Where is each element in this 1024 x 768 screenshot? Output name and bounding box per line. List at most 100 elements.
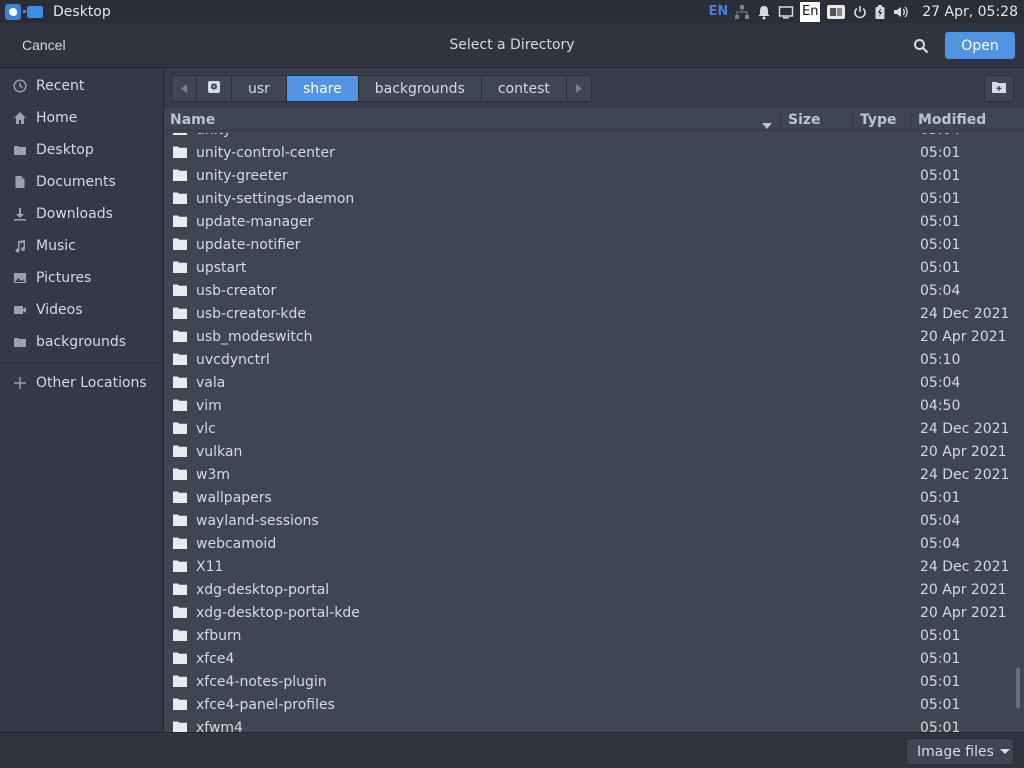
column-header-type[interactable]: Type (860, 112, 897, 128)
sidebar-item-downloads[interactable]: Downloads (0, 198, 163, 230)
file-row[interactable]: webcamoid 05:04 (164, 533, 1014, 556)
file-modified: 24 Dec 2021 (920, 467, 1010, 483)
file-modified: 24 Dec 2021 (920, 421, 1010, 437)
sidebar-item-home[interactable]: Home (0, 102, 163, 134)
file-row[interactable]: vim 04:50 (164, 395, 1014, 418)
file-row[interactable]: wayland-sessions 05:04 (164, 510, 1014, 533)
sort-descending-icon[interactable] (762, 117, 772, 133)
sidebar-item-label: Downloads (36, 206, 113, 222)
file-modified: 05:01 (920, 214, 961, 230)
file-row[interactable]: unity-settings-daemon 05:01 (164, 188, 1014, 211)
file-row[interactable]: xdg-desktop-portal-kde 20 Apr 2021 (164, 602, 1014, 625)
file-name: wayland-sessions (196, 513, 319, 529)
file-row[interactable]: usb-creator-kde 24 Dec 2021 (164, 303, 1014, 326)
file-filter-dropdown[interactable]: Image files (906, 738, 1014, 765)
sidebar-item-music[interactable]: Music (0, 230, 163, 262)
location-bar: usr share backgrounds contest (164, 68, 1024, 108)
column-divider (780, 111, 781, 128)
file-modified: 20 Apr 2021 (920, 582, 1007, 598)
folder-icon (173, 698, 187, 710)
xfce-menu-icon[interactable] (5, 3, 21, 20)
search-icon[interactable] (906, 31, 936, 61)
display-icon[interactable] (778, 0, 794, 23)
folder-icon (173, 537, 187, 549)
file-modified: 05:01 (920, 490, 961, 506)
file-row[interactable]: xfce4-notes-plugin 05:01 (164, 671, 1014, 694)
column-header-modified[interactable]: Modified (918, 112, 986, 128)
new-folder-button[interactable] (984, 75, 1014, 102)
path-segment-backgrounds[interactable]: backgrounds (359, 76, 482, 101)
home-icon (12, 110, 28, 126)
file-row[interactable]: update-manager 05:01 (164, 211, 1014, 234)
file-modified: 05:01 (920, 237, 961, 253)
path-scroll-left-button[interactable] (172, 76, 197, 101)
volume-icon[interactable] (892, 0, 910, 23)
file-name: xdg-desktop-portal (196, 582, 330, 598)
file-row[interactable]: vulkan 20 Apr 2021 (164, 441, 1014, 464)
clipboard-manager-icon[interactable] (826, 0, 846, 23)
notification-bell-icon[interactable] (756, 0, 772, 23)
sidebar-item-videos[interactable]: Videos (0, 294, 163, 326)
clock[interactable]: 27 Apr, 05:28 (922, 4, 1018, 20)
file-row[interactable]: usb_modeswitch 20 Apr 2021 (164, 326, 1014, 349)
folder-icon (173, 652, 187, 664)
sidebar-item-pictures[interactable]: Pictures (0, 262, 163, 294)
file-name: wallpapers (196, 490, 272, 506)
file-modified: 04:50 (920, 398, 961, 414)
sidebar-item-documents[interactable]: Documents (0, 166, 163, 198)
file-name: update-manager (196, 214, 314, 230)
file-row[interactable]: wallpapers 05:01 (164, 487, 1014, 510)
path-segment-usr[interactable]: usr (232, 76, 287, 101)
file-row[interactable]: xdg-desktop-portal 20 Apr 2021 (164, 579, 1014, 602)
file-row[interactable]: xfburn 05:01 (164, 625, 1014, 648)
path-segment-share[interactable]: share (286, 76, 359, 101)
file-row[interactable]: uvcdynctrl 05:10 (164, 349, 1014, 372)
sidebar-item-recent[interactable]: Recent (0, 70, 163, 102)
file-modified: 05:04 (920, 133, 960, 138)
path-root-button[interactable] (197, 76, 232, 101)
file-row[interactable]: xfwm4 05:01 (164, 717, 1014, 732)
file-row[interactable]: w3m 24 Dec 2021 (164, 464, 1014, 487)
sidebar-item-backgrounds[interactable]: backgrounds (0, 326, 163, 358)
window-icon[interactable] (23, 5, 43, 18)
file-row[interactable]: unity-control-center 05:01 (164, 142, 1014, 165)
column-header-size[interactable]: Size (788, 112, 821, 128)
sidebar-item-other-locations[interactable]: Other Locations (0, 367, 163, 399)
file-modified: 05:01 (920, 145, 961, 161)
folder-icon (173, 307, 187, 319)
cancel-button[interactable]: Cancel (8, 30, 80, 60)
folder-icon (173, 376, 187, 388)
open-button[interactable]: Open (945, 32, 1015, 59)
column-header-name[interactable]: Name (170, 112, 215, 128)
file-row[interactable]: vlc 24 Dec 2021 (164, 418, 1014, 441)
file-row[interactable]: upstart 05:01 (164, 257, 1014, 280)
power-icon[interactable] (852, 0, 868, 23)
path-segment-contest[interactable]: contest (482, 76, 567, 101)
file-row[interactable]: X11 24 Dec 2021 (164, 556, 1014, 579)
file-row[interactable]: update-notifier 05:01 (164, 234, 1014, 257)
network-icon[interactable] (734, 0, 750, 23)
new-folder-icon (992, 81, 1006, 97)
column-divider (852, 111, 853, 128)
language-indicator[interactable]: EN (709, 0, 729, 23)
battery-icon[interactable] (874, 0, 886, 23)
file-row[interactable]: usb-creator 05:04 (164, 280, 1014, 303)
picture-icon (12, 270, 28, 286)
active-window-title[interactable]: Desktop (53, 4, 111, 20)
folder-icon (173, 399, 187, 411)
sidebar-item-label: Videos (36, 302, 83, 318)
file-row[interactable]: xfce4-panel-profiles 05:01 (164, 694, 1014, 717)
file-row[interactable]: xfce4 05:01 (164, 648, 1014, 671)
keyboard-layout-indicator[interactable]: En (800, 1, 821, 22)
file-name: xfce4-panel-profiles (196, 697, 335, 713)
file-name: unity-settings-daemon (196, 191, 355, 207)
music-icon (12, 238, 28, 254)
path-bar: usr share backgrounds contest (171, 75, 592, 102)
vertical-scrollbar[interactable] (1016, 668, 1020, 708)
file-row[interactable]: vala 05:04 (164, 372, 1014, 395)
file-name: usb-creator (196, 283, 277, 299)
file-row[interactable]: unity-greeter 05:01 (164, 165, 1014, 188)
file-row[interactable]: unity 05:04 (164, 133, 1014, 142)
sidebar-item-desktop[interactable]: Desktop (0, 134, 163, 166)
path-scroll-right-button[interactable] (567, 76, 591, 101)
